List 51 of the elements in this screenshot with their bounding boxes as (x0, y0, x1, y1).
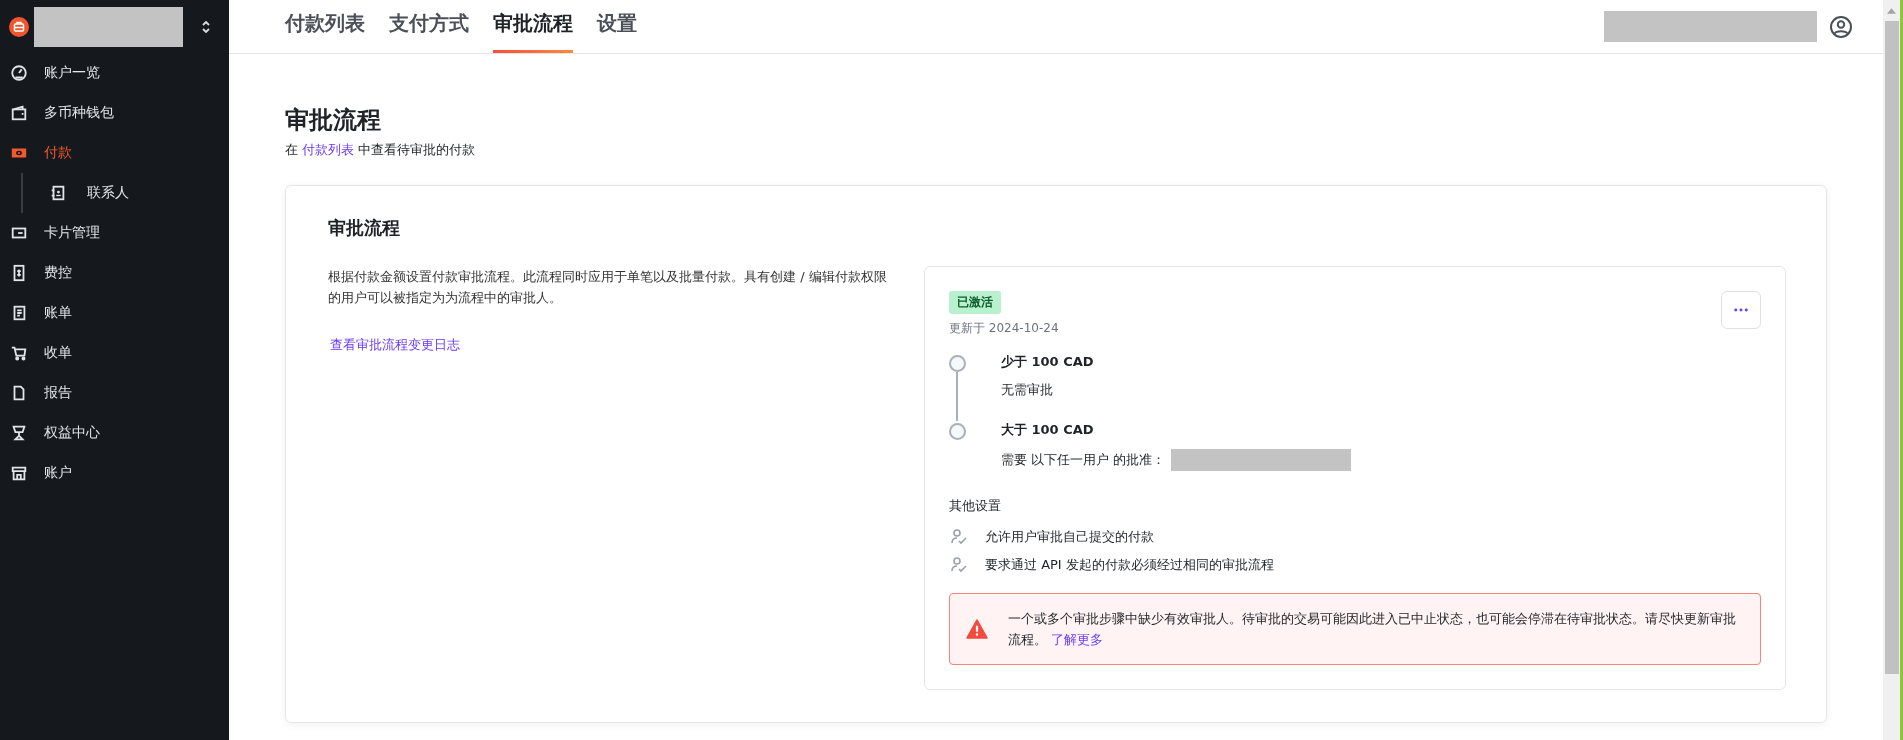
tab[interactable]: 支付方式 (389, 10, 469, 53)
scrollbar-thumb[interactable] (1884, 21, 1899, 674)
sidebar-item[interactable]: 账户一览 (0, 53, 229, 93)
sidebar-item[interactable]: 付款 (0, 133, 229, 173)
more-icon (1734, 307, 1748, 312)
user-check-icon (949, 554, 969, 575)
tab[interactable]: 付款列表 (285, 10, 365, 53)
wallet-icon (10, 104, 28, 122)
subtitle-text: 在 (285, 140, 298, 159)
step-detail: 需要 以下任一用户 的批准： (1001, 448, 1352, 471)
scroll-up-arrow-icon[interactable] (1887, 8, 1896, 14)
subtitle-text: 中查看待审批的付款 (358, 140, 475, 159)
changelog-link[interactable]: 查看审批流程变更日志 (330, 336, 460, 352)
tab[interactable]: 设置 (597, 10, 637, 53)
sidebar-item[interactable]: 收单 (0, 333, 229, 373)
trophy-icon (10, 424, 28, 442)
sidebar-item[interactable]: 卡片管理 (0, 213, 229, 253)
payment-list-link[interactable]: 付款列表 (302, 140, 354, 159)
description-text: 根据付款金额设置付款审批流程。此流程同时应用于单笔以及批量付款。具有创建 / 编辑付款权限的用户可以被指定为为流程中的审批人。 (328, 267, 888, 307)
store-icon (10, 464, 28, 482)
tab[interactable]: 审批流程 (493, 10, 573, 53)
user-avatar-icon[interactable] (1829, 14, 1853, 39)
gauge-icon (10, 64, 28, 82)
user-check-icon (949, 526, 969, 547)
page-title: 审批流程 (285, 106, 382, 135)
sidebar-item[interactable]: 报告 (0, 373, 229, 413)
sidebar-item[interactable]: 联系人 (23, 173, 229, 213)
sidebar-item[interactable]: 多币种钱包 (0, 93, 229, 133)
setting-text: 允许用户审批自己提交的付款 (985, 527, 1154, 546)
step-detail: 无需审批 (1001, 380, 1053, 399)
sidebar-item[interactable]: 费控 (0, 253, 229, 293)
card-title: 审批流程 (328, 215, 401, 240)
updated-date: 更新于 2024-10-24 (949, 319, 1059, 337)
cart-icon (10, 344, 28, 362)
sidebar-item[interactable]: 权益中心 (0, 413, 229, 453)
step-title: 大于 100 CAD (1001, 420, 1095, 439)
sidebar-item[interactable]: 账户 (0, 453, 229, 493)
contact-book-icon (49, 184, 67, 202)
step-node-icon (948, 422, 966, 440)
step-title: 少于 100 CAD (1001, 352, 1094, 371)
alert-text: 一个或多个审批步骤中缺少有效审批人。待审批的交易可能因此进入已中止状态，也可能会停滞在待审批状态。请尽快更新审批流程。 了解更多 (1008, 609, 1737, 649)
warning-icon (966, 618, 988, 639)
chevron-updown-icon[interactable] (201, 18, 211, 35)
setting-text: 要求通过 API 发起的付款必须经过相同的审批流程 (985, 555, 1274, 574)
scrollbar[interactable] (1883, 0, 1903, 740)
section-title: 其他设置 (949, 496, 1002, 515)
more-button[interactable] (1721, 290, 1761, 329)
learn-more-link[interactable]: 了解更多 (1051, 631, 1103, 647)
briefcase-icon (9, 16, 29, 37)
sidebar-item[interactable]: 账单 (0, 293, 229, 333)
status-badge: 已激活 (949, 290, 1001, 314)
